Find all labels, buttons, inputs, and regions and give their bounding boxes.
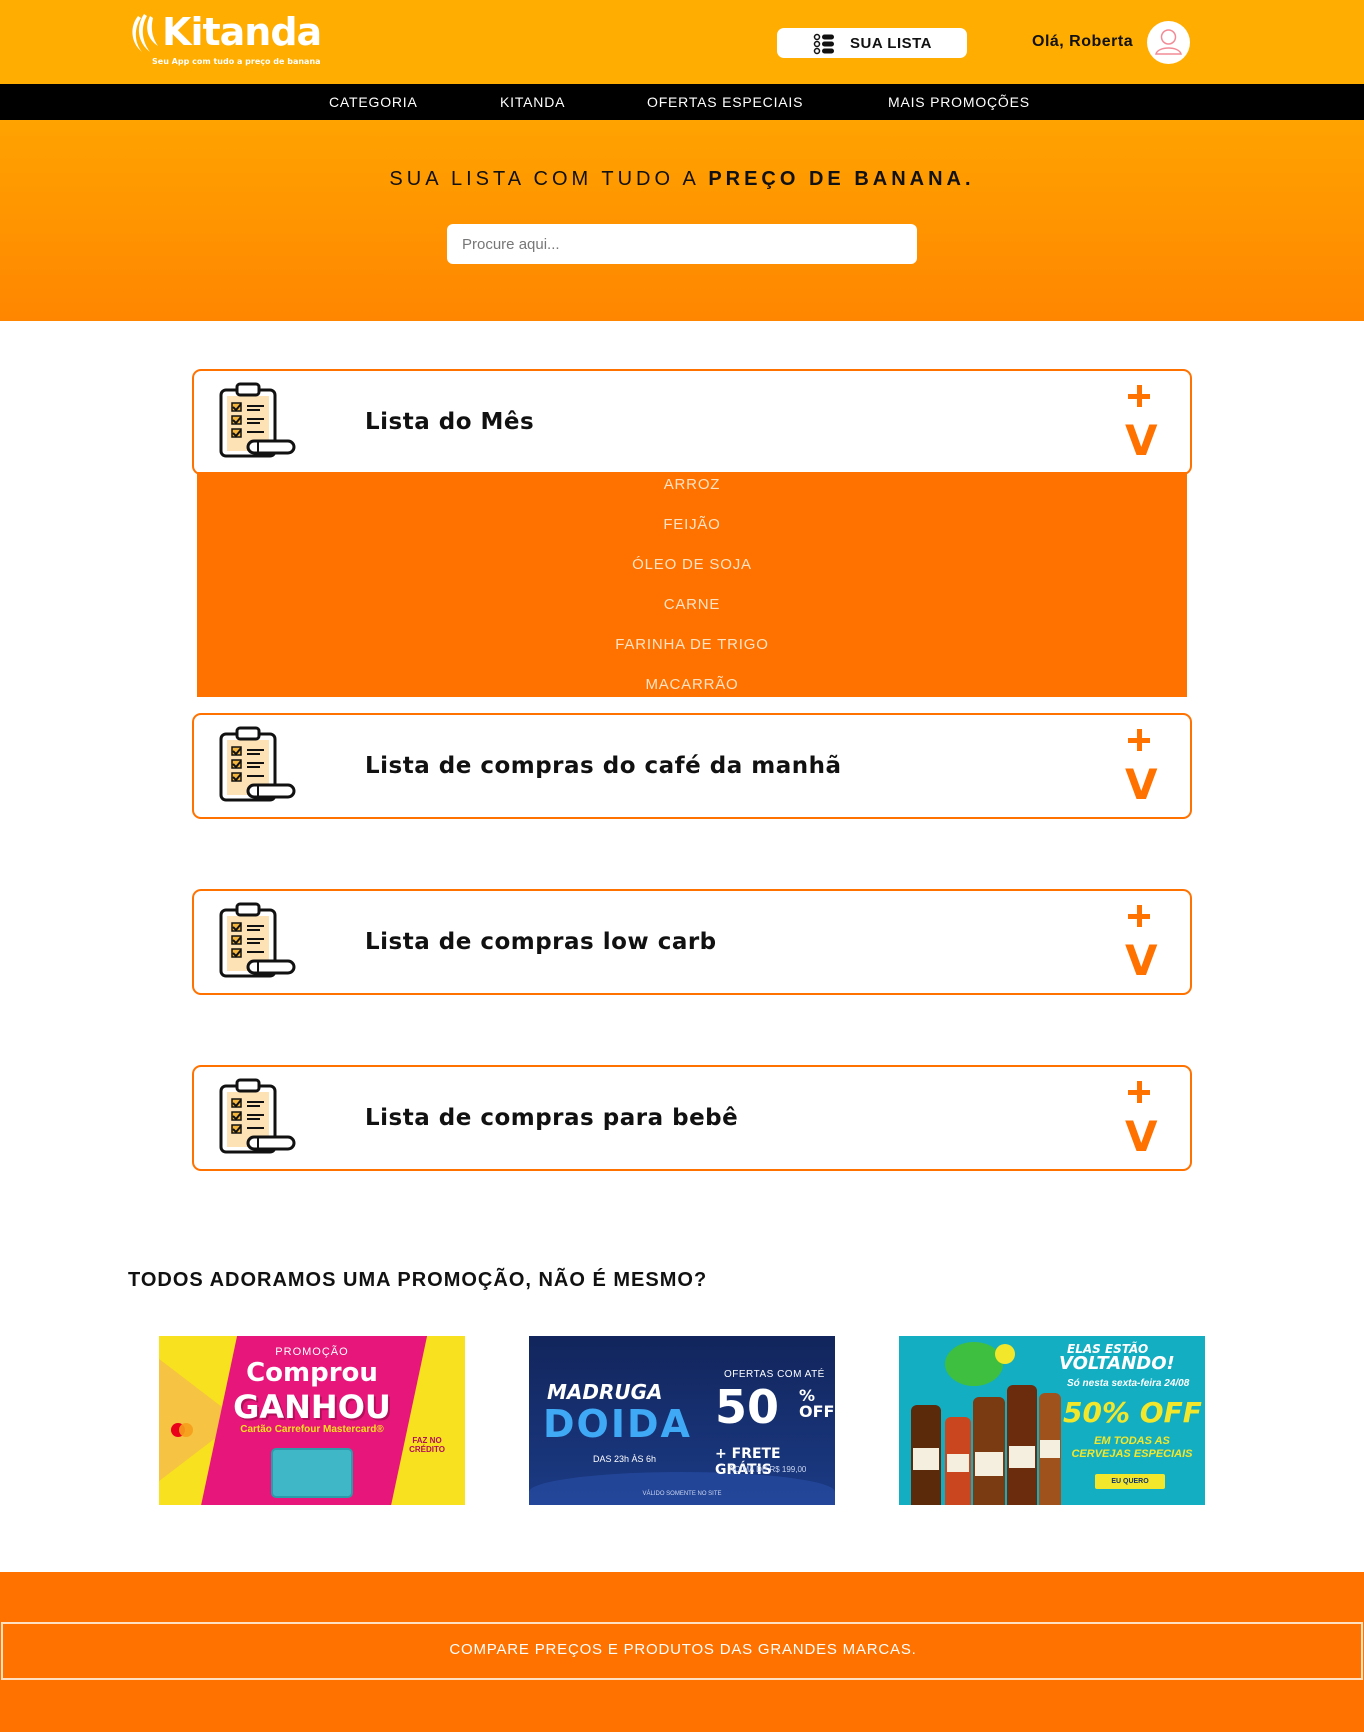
promo-banner-madruga-doida[interactable]: MADRUGA DOIDA DAS 23h ÀS 6h OFERTAS COM …: [529, 1336, 835, 1505]
plus-icon[interactable]: [1128, 905, 1150, 927]
banner-footnote: VÁLIDO SOMENTE NO SITE: [642, 1491, 722, 1497]
promo-banner-cervejas[interactable]: ELAS ESTÃO VOLTANDO! Só nesta sexta-feir…: [899, 1336, 1205, 1505]
clipboard-checklist-icon: [219, 1078, 296, 1154]
list-card-cafe[interactable]: Lista de compras do café da manhã V: [192, 713, 1192, 819]
list-dropdown: ARROZ FEIJÃO ÓLEO DE SOJA CARNE FARINHA …: [197, 472, 1187, 697]
brand-logo[interactable]: Kitanda Seu App com tudo a preço de bana…: [124, 10, 344, 70]
list-card-bebe[interactable]: Lista de compras para bebê V: [192, 1065, 1192, 1171]
clipboard-checklist-icon: [219, 382, 296, 458]
dropdown-item-oleo-de-soja[interactable]: ÓLEO DE SOJA: [197, 556, 1187, 573]
banner-line5: EM TODAS AS CERVEJAS ESPECIAIS: [1071, 1435, 1193, 1460]
nav-mais-promocoes[interactable]: MAIS PROMOÇÕES: [888, 94, 1030, 110]
banner-offers-label: OFERTAS COM ATÉ: [724, 1369, 825, 1380]
list-title: Lista de compras do café da manhã: [365, 753, 842, 779]
list-card-mes[interactable]: Lista do Mês V: [192, 369, 1192, 475]
banner-sub: Cartão Carrefour Mastercard®: [240, 1424, 384, 1435]
list-card-low-carb[interactable]: Lista de compras low carb V: [192, 889, 1192, 995]
dropdown-item-macarrao[interactable]: MACARRÃO: [197, 676, 1187, 693]
banner-title2: DOIDA: [543, 1402, 692, 1446]
list-icon: [813, 33, 834, 55]
dropdown-item-arroz[interactable]: ARROZ: [197, 476, 1187, 493]
sua-lista-button[interactable]: SUA LISTA: [777, 28, 967, 58]
search-input[interactable]: [447, 224, 917, 264]
chevron-down-icon[interactable]: V: [1125, 420, 1158, 462]
beer-bottle-image: [1007, 1385, 1037, 1505]
plus-icon[interactable]: [1128, 729, 1150, 751]
chevron-down-icon[interactable]: V: [1125, 1116, 1158, 1158]
list-title: Lista de compras low carb: [365, 929, 717, 955]
brand-tagline: Seu App com tudo a preço de banana: [152, 57, 321, 66]
hero-title-normal: SUA LISTA COM TUDO A: [389, 168, 709, 190]
banner-line1: Comprou: [246, 1358, 378, 1388]
main-nav: CATEGORIA KITANDA OFERTAS ESPECIAIS MAIS…: [0, 84, 1364, 120]
banner-line2: VOLTANDO!: [1059, 1353, 1175, 1374]
footer: COMPARE PREÇOS E PRODUTOS DAS GRANDES MA…: [0, 1572, 1364, 1732]
promo-heading: TODOS ADORAMOS UMA PROMOÇÃO, NÃO É MESMO…: [128, 1269, 708, 1291]
footer-text: COMPARE PREÇOS E PRODUTOS DAS GRANDES MA…: [449, 1641, 917, 1658]
chevron-down-icon[interactable]: V: [1125, 764, 1158, 806]
dropdown-item-carne[interactable]: CARNE: [197, 596, 1187, 613]
banner-promo-label: PROMOÇÃO: [275, 1346, 349, 1358]
dropdown-item-feijao[interactable]: FEIJÃO: [197, 516, 1187, 533]
hero-section: SUA LISTA COM TUDO A PREÇO DE BANANA.: [0, 120, 1364, 321]
banner-shipping-sub: ACIMA DE R$ 199,00: [729, 1465, 807, 1474]
list-title: Lista de compras para bebê: [365, 1105, 739, 1131]
banner-hours: DAS 23h ÀS 6h: [593, 1454, 657, 1464]
nav-categoria[interactable]: CATEGORIA: [329, 94, 418, 110]
banner-title1: MADRUGA: [547, 1380, 663, 1404]
hero-title-bold: PREÇO DE BANANA.: [708, 168, 975, 190]
brand-name: Kitanda: [162, 10, 322, 54]
plus-icon[interactable]: [1128, 385, 1150, 407]
sua-lista-label: SUA LISTA: [850, 35, 932, 52]
anniversary-badge-icon: [945, 1342, 1003, 1386]
chevron-down-icon[interactable]: V: [1125, 940, 1158, 982]
beer-bottle-image: [973, 1397, 1005, 1505]
banner-line2: GANHOU: [233, 1388, 391, 1426]
banner-off: % OFF: [799, 1386, 835, 1421]
credit-card-image: [271, 1448, 353, 1498]
banner-discount: 50: [715, 1380, 780, 1434]
list-title: Lista do Mês: [365, 409, 535, 435]
nav-ofertas-especiais[interactable]: OFERTAS ESPECIAIS: [647, 94, 803, 110]
clipboard-checklist-icon: [219, 902, 296, 978]
banner-cta-button[interactable]: EU QUERO: [1095, 1474, 1165, 1489]
user-icon: [1155, 29, 1182, 55]
avatar[interactable]: [1147, 21, 1190, 64]
banner-badge: FAZ NO CRÉDITO: [409, 1436, 445, 1454]
dropdown-item-farinha-de-trigo[interactable]: FARINHA DE TRIGO: [197, 636, 1187, 653]
banner-discount: 50% OFF: [1063, 1396, 1202, 1429]
user-greeting: Olá, Roberta: [1032, 33, 1134, 50]
top-header: Kitanda Seu App com tudo a preço de bana…: [0, 0, 1364, 84]
banner-line3: Só nesta sexta-feira 24/08: [1067, 1378, 1190, 1389]
plus-icon[interactable]: [1128, 1081, 1150, 1103]
nav-kitanda[interactable]: KITANDA: [500, 94, 565, 110]
mastercard-logo-icon: [171, 1423, 193, 1437]
promo-banner-comprou-ganhou[interactable]: PROMOÇÃO Comprou GANHOU Cartão Carrefour…: [159, 1336, 465, 1505]
hero-title: SUA LISTA COM TUDO A PREÇO DE BANANA.: [0, 168, 1364, 191]
banana-icon: [132, 14, 158, 52]
clipboard-checklist-icon: [219, 726, 296, 802]
footer-box: COMPARE PREÇOS E PRODUTOS DAS GRANDES MA…: [1, 1622, 1363, 1680]
